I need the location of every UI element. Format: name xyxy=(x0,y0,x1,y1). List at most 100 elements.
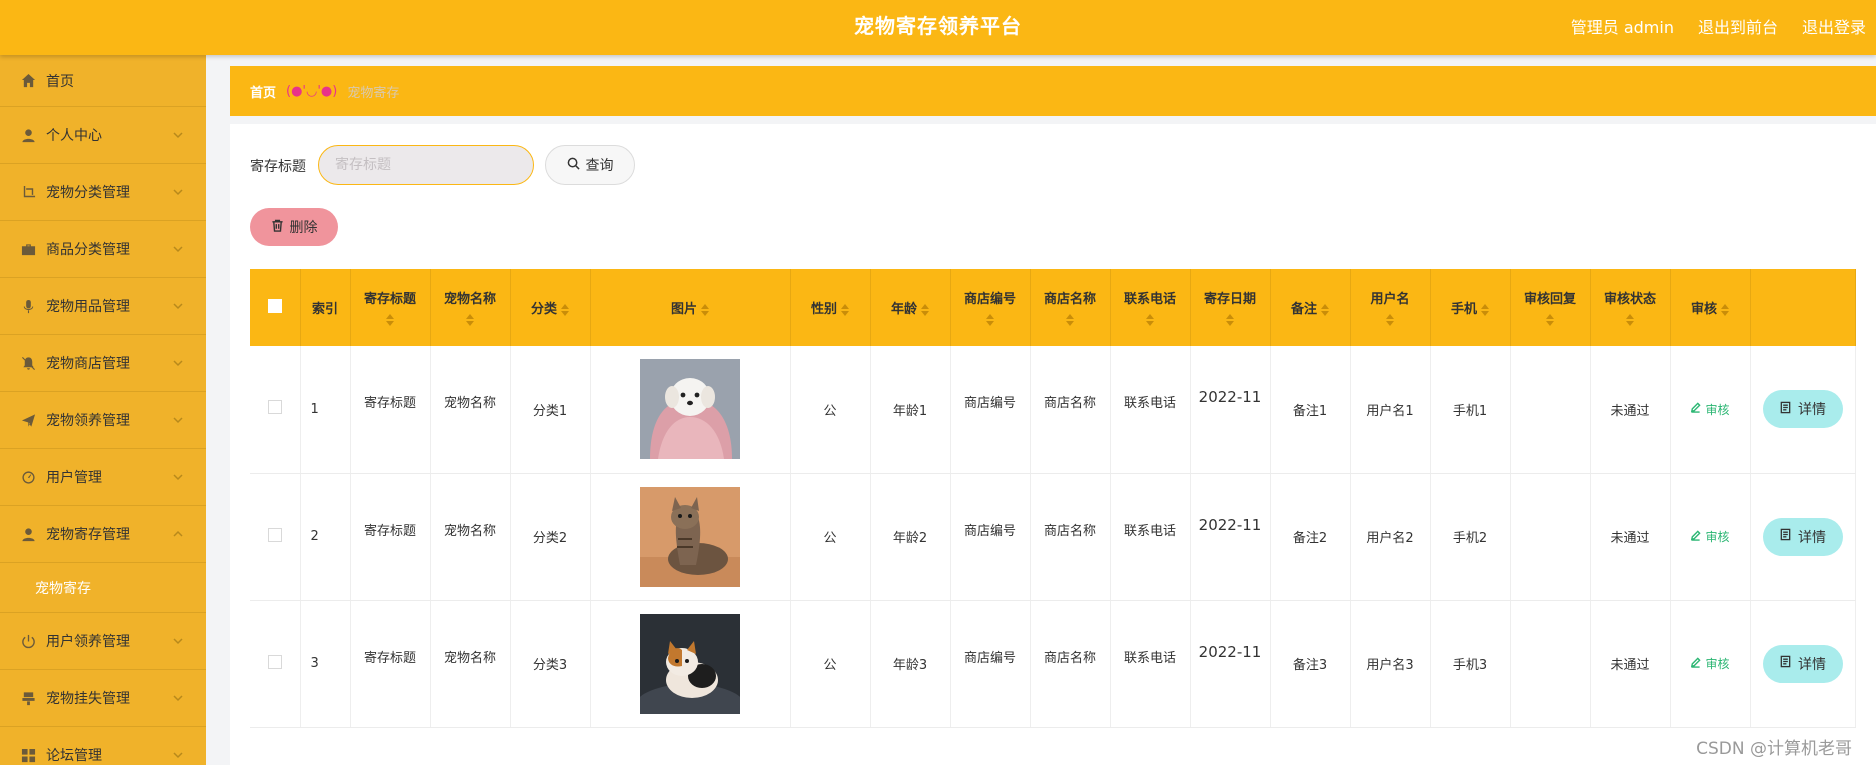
sort-caret-icon[interactable] xyxy=(561,303,569,317)
col-header-category[interactable]: 分类 xyxy=(510,269,591,346)
sort-caret-icon[interactable] xyxy=(1146,313,1154,327)
cell-index: 1 xyxy=(300,346,351,474)
detail-button[interactable]: 详情 xyxy=(1762,644,1843,683)
col-header-title[interactable]: 寄存标题 xyxy=(350,269,431,346)
document-icon xyxy=(1779,401,1792,418)
sidebar-item-label: 论坛管理 xyxy=(46,748,102,764)
sidebar-item-pet-adoption[interactable]: 宠物领养管理 xyxy=(0,392,206,449)
sidebar-item-label: 宠物领养管理 xyxy=(46,413,130,429)
crop-icon xyxy=(20,184,36,200)
delete-button[interactable]: 删除 xyxy=(250,208,338,246)
pet-photo-calico-cat xyxy=(640,613,740,714)
sidebar-item-label: 用户管理 xyxy=(46,470,102,486)
cell-shop-no: 商店编号 xyxy=(950,600,1031,728)
delete-button-label: 删除 xyxy=(289,220,318,236)
sort-caret-icon[interactable] xyxy=(386,313,394,327)
audit-link[interactable]: 审核 xyxy=(1690,528,1730,545)
col-header-status[interactable]: 审核状态 xyxy=(1590,269,1671,346)
sidebar-item-goods-category[interactable]: 商品分类管理 xyxy=(0,221,206,278)
breadcrumb-current: 宠物寄存 xyxy=(347,85,400,101)
col-header-date[interactable]: 寄存日期 xyxy=(1190,269,1271,346)
col-header-phone[interactable]: 联系电话 xyxy=(1110,269,1191,346)
sort-caret-icon[interactable] xyxy=(1546,313,1554,327)
sidebar-item-pet-shop[interactable]: 宠物商店管理 xyxy=(0,335,206,392)
sidebar-item-user-adoption[interactable]: 用户领养管理 xyxy=(0,613,206,670)
col-header-mobile[interactable]: 手机 xyxy=(1430,269,1511,346)
gauge-icon xyxy=(20,469,36,485)
cell-actions: 详情 xyxy=(1750,600,1856,728)
trash-icon xyxy=(271,219,284,236)
sort-caret-icon[interactable] xyxy=(986,313,994,327)
sidebar-item-label: 宠物分类管理 xyxy=(46,185,130,201)
cell-reply xyxy=(1510,600,1591,728)
microphone-icon xyxy=(20,298,36,314)
cell-remark: 备注1 xyxy=(1270,346,1351,474)
cell-mobile: 手机3 xyxy=(1430,600,1511,728)
sidebar-item-pet-lost[interactable]: 宠物挂失管理 xyxy=(0,670,206,727)
col-header-age[interactable]: 年龄 xyxy=(870,269,951,346)
col-header-gender[interactable]: 性别 xyxy=(790,269,871,346)
cell-age: 年龄2 xyxy=(870,473,951,601)
grid-icon xyxy=(20,747,36,763)
row-checkbox[interactable] xyxy=(267,400,282,415)
query-button[interactable]: 查询 xyxy=(545,145,635,185)
col-header-audit[interactable]: 审核 xyxy=(1670,269,1751,346)
chevron-down-icon xyxy=(172,692,184,704)
col-header-reply[interactable]: 审核回复 xyxy=(1510,269,1591,346)
cell-status: 未通过 xyxy=(1590,600,1671,728)
cell-image xyxy=(590,346,791,474)
col-header-pet-name[interactable]: 宠物名称 xyxy=(430,269,511,346)
sidebar-item-pet-storage[interactable]: 宠物寄存管理 xyxy=(0,506,206,563)
sidebar-item-pet-category[interactable]: 宠物分类管理 xyxy=(0,164,206,221)
cell-pet-name: 宠物名称 xyxy=(430,600,511,728)
cell-phone: 联系电话 xyxy=(1110,473,1191,601)
select-all-checkbox[interactable] xyxy=(267,298,282,313)
logout-link[interactable]: 退出登录 xyxy=(1802,14,1866,38)
top-header: 宠物寄存领养平台 管理员 admin 退出到前台 退出登录 xyxy=(0,0,1876,55)
sort-caret-icon[interactable] xyxy=(1386,313,1394,327)
edit-icon xyxy=(1690,656,1702,671)
cell-remark: 备注2 xyxy=(1270,473,1351,601)
search-input[interactable] xyxy=(318,145,534,185)
breadcrumb-home[interactable]: 首页 xyxy=(250,82,276,101)
sort-caret-icon[interactable] xyxy=(1066,313,1074,327)
audit-link[interactable]: 审核 xyxy=(1690,655,1730,672)
send-icon xyxy=(20,412,36,428)
cell-gender: 公 xyxy=(790,346,871,474)
sidebar-item-personal-center[interactable]: 个人中心 xyxy=(0,107,206,164)
sort-caret-icon[interactable] xyxy=(1481,303,1489,317)
col-header-remark[interactable]: 备注 xyxy=(1270,269,1351,346)
sort-caret-icon[interactable] xyxy=(1226,313,1234,327)
sidebar-subitem-pet-storage[interactable]: 宠物寄存 xyxy=(0,563,206,613)
sort-caret-icon[interactable] xyxy=(701,303,709,317)
col-header-shop-no[interactable]: 商店编号 xyxy=(950,269,1031,346)
audit-link[interactable]: 审核 xyxy=(1690,401,1730,418)
detail-button[interactable]: 详情 xyxy=(1762,517,1843,556)
col-header-username[interactable]: 用户名 xyxy=(1350,269,1431,346)
sort-caret-icon[interactable] xyxy=(921,303,929,317)
sort-caret-icon[interactable] xyxy=(466,313,474,327)
sidebar-item-forum[interactable]: 论坛管理 xyxy=(0,727,206,765)
col-header-shop-name[interactable]: 商店名称 xyxy=(1030,269,1111,346)
cell-actions: 详情 xyxy=(1750,346,1856,474)
sort-caret-icon[interactable] xyxy=(841,303,849,317)
sidebar-item-home[interactable]: 首页 xyxy=(0,55,206,107)
cell-pet-name: 宠物名称 xyxy=(430,346,511,474)
col-header-image[interactable]: 图片 xyxy=(590,269,791,346)
row-checkbox[interactable] xyxy=(267,654,282,669)
chevron-down-icon xyxy=(172,129,184,141)
cell-shop-name: 商店名称 xyxy=(1030,600,1111,728)
row-checkbox[interactable] xyxy=(267,527,282,542)
cell-audit: 审核 xyxy=(1670,473,1751,601)
sidebar-item-label: 宠物挂失管理 xyxy=(46,691,130,707)
sidebar-item-pet-supplies[interactable]: 宠物用品管理 xyxy=(0,278,206,335)
detail-button[interactable]: 详情 xyxy=(1762,390,1843,429)
cell-audit: 审核 xyxy=(1670,600,1751,728)
cell-status: 未通过 xyxy=(1590,346,1671,474)
sort-caret-icon[interactable] xyxy=(1321,303,1329,317)
back-to-front-link[interactable]: 退出到前台 xyxy=(1698,14,1778,38)
sort-caret-icon[interactable] xyxy=(1721,303,1729,317)
sort-caret-icon[interactable] xyxy=(1626,313,1634,327)
col-header-index[interactable]: 索引 xyxy=(300,269,351,346)
sidebar-item-users[interactable]: 用户管理 xyxy=(0,449,206,506)
